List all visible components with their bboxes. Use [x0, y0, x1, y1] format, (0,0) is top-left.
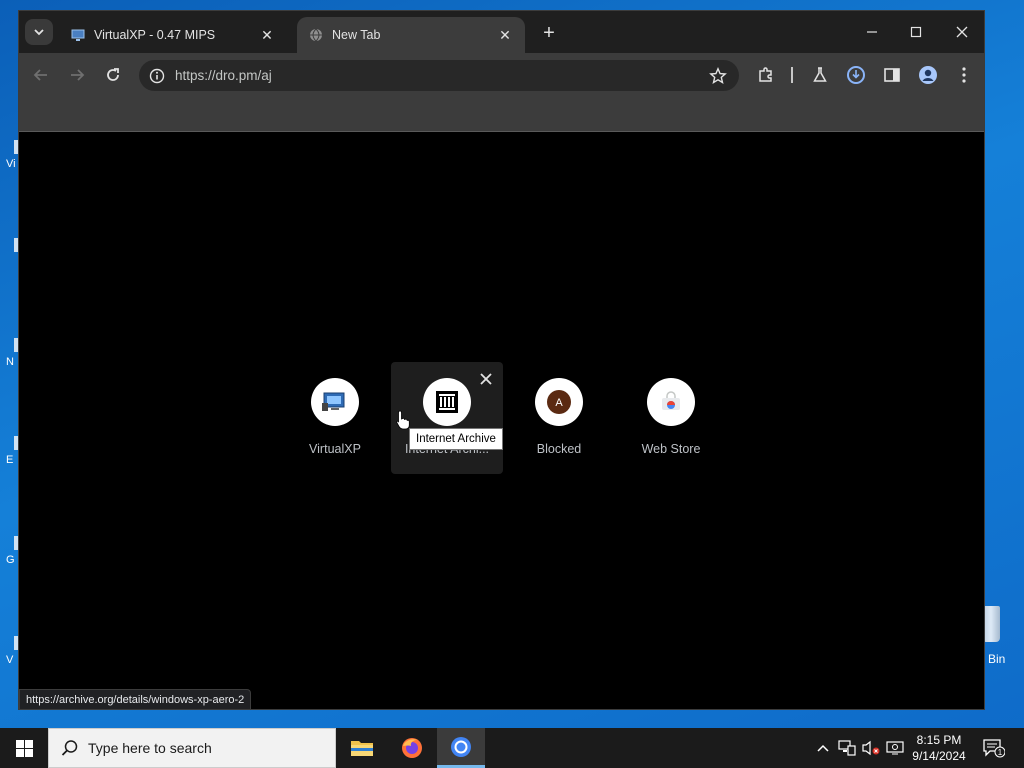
- shortcut-icon-circle: [647, 378, 695, 426]
- notification-count: 1: [998, 748, 1003, 757]
- start-button[interactable]: [0, 728, 48, 768]
- more-vertical-icon: [962, 67, 966, 83]
- globe-icon: [310, 28, 322, 42]
- shortcut-icon-circle: [311, 378, 359, 426]
- bookmark-star-icon[interactable]: [709, 66, 727, 85]
- folder-icon: [351, 741, 373, 756]
- taskbar: 8:15 PM 9/14/2024 1: [0, 728, 1024, 768]
- close-icon: [480, 373, 492, 385]
- forward-button[interactable]: [65, 63, 89, 87]
- archive-icon: [436, 391, 458, 413]
- bookmarks-bar: [19, 97, 984, 132]
- browser-window: VirtualXP - 0.47 MIPS ✕ New Tab ✕ + http…: [18, 10, 985, 710]
- status-url-bubble: https://archive.org/details/windows-xp-a…: [19, 689, 252, 709]
- virtualxp-icon: [322, 392, 345, 411]
- avatar-letter-icon: A: [547, 390, 571, 414]
- avatar-letter: A: [555, 397, 563, 409]
- info-icon[interactable]: [149, 68, 165, 84]
- side-panel-icon: [884, 68, 900, 82]
- network-tray-icon[interactable]: [836, 728, 858, 768]
- taskbar-chrome[interactable]: [437, 728, 485, 768]
- address-url: https://dro.pm/aj: [175, 68, 272, 83]
- taskbar-clock[interactable]: 8:15 PM 9/14/2024: [904, 732, 974, 764]
- shortcut-web-store[interactable]: Web Store: [615, 362, 727, 474]
- maximize-button[interactable]: [901, 19, 931, 45]
- firefox-icon: [402, 738, 422, 758]
- volume-tray-icon[interactable]: [860, 728, 882, 768]
- web-store-icon: [662, 391, 680, 410]
- tab-new-tab[interactable]: New Tab ✕: [297, 17, 525, 53]
- clock-date: 9/14/2024: [912, 749, 966, 763]
- shortcut-label: Blocked: [536, 442, 582, 456]
- shortcut-icon-circle: A: [535, 378, 583, 426]
- display-tray-icon[interactable]: [884, 728, 906, 768]
- display-icon: [886, 741, 904, 755]
- taskbar-file-explorer[interactable]: [338, 728, 386, 768]
- arrow-right-icon: [71, 69, 85, 81]
- tab-title: VirtualXP - 0.47 MIPS: [94, 28, 216, 42]
- profile-avatar-icon: [919, 66, 937, 84]
- puzzle-icon: [759, 67, 772, 82]
- chrome-icon: [451, 736, 471, 757]
- search-icon: [61, 740, 78, 756]
- notification-icon: 1: [983, 739, 1005, 758]
- taskbar-firefox[interactable]: [388, 728, 436, 768]
- chevron-down-icon: [34, 29, 44, 36]
- toolbar-separator: [791, 67, 793, 83]
- download-progress-icon: [847, 66, 865, 84]
- hand-cursor-icon: [396, 410, 410, 430]
- show-hidden-icons-button[interactable]: [812, 728, 834, 768]
- tab-search-button[interactable]: [25, 19, 53, 45]
- address-bar[interactable]: https://dro.pm/aj: [139, 60, 739, 91]
- close-icon: [956, 26, 968, 38]
- network-icon: [838, 740, 856, 756]
- remove-shortcut-button[interactable]: [477, 370, 495, 388]
- chevron-up-icon: [817, 744, 829, 752]
- reload-icon: [107, 68, 119, 81]
- notification-center-button[interactable]: 1: [980, 728, 1008, 768]
- search-input[interactable]: [88, 740, 328, 756]
- monitor-icon: [71, 29, 85, 41]
- new-tab-page: VirtualXP Internet Archi... A Blocked We…: [19, 132, 984, 709]
- shortcut-icon-circle: [423, 378, 471, 426]
- flask-icon: [813, 67, 827, 82]
- tab-virtualxp[interactable]: VirtualXP - 0.47 MIPS ✕: [59, 17, 287, 53]
- shortcut-label: Web Store: [641, 442, 701, 456]
- windows-logo-icon: [15, 739, 33, 757]
- volume-muted-icon: [862, 740, 880, 756]
- menu-button[interactable]: [953, 64, 975, 86]
- taskbar-search[interactable]: [48, 728, 336, 768]
- shortcut-blocked[interactable]: A Blocked: [503, 362, 615, 474]
- side-panel-button[interactable]: [881, 64, 903, 86]
- back-button[interactable]: [29, 63, 53, 87]
- shortcut-label: VirtualXP: [309, 442, 361, 456]
- close-window-button[interactable]: [947, 19, 977, 45]
- clock-time: 8:15 PM: [916, 733, 962, 747]
- reload-button[interactable]: [101, 63, 125, 87]
- minimize-button[interactable]: [857, 19, 887, 45]
- tab-title: New Tab: [332, 28, 381, 42]
- new-tab-button[interactable]: +: [537, 21, 561, 45]
- labs-button[interactable]: [809, 64, 831, 86]
- browser-toolbar: https://dro.pm/aj: [19, 53, 984, 97]
- close-tab-icon[interactable]: ✕: [497, 27, 513, 43]
- arrow-left-icon: [33, 69, 47, 81]
- extensions-button[interactable]: [755, 64, 777, 86]
- tab-strip: VirtualXP - 0.47 MIPS ✕ New Tab ✕ +: [19, 11, 984, 53]
- plus-icon: +: [543, 21, 555, 44]
- shortcut-virtualxp[interactable]: VirtualXP: [279, 362, 391, 474]
- close-tab-icon[interactable]: ✕: [259, 27, 275, 43]
- tooltip: Internet Archive: [409, 428, 503, 450]
- profile-button[interactable]: [917, 64, 939, 86]
- maximize-icon: [910, 26, 922, 38]
- recycle-bin-label: Bin: [988, 652, 1006, 666]
- minimize-icon: [867, 31, 877, 33]
- download-button[interactable]: [845, 64, 867, 86]
